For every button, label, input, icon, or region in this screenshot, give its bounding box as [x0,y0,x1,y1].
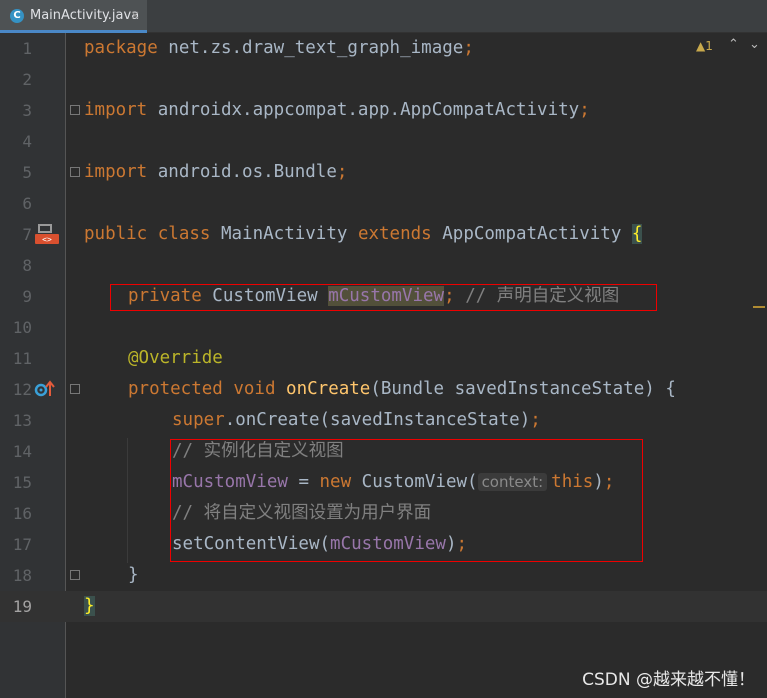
code-line-3: 3 import androidx.appcompat.app.AppCompa… [0,95,767,126]
code-line-11: 11 @Override [0,343,767,374]
line-number: 7 [22,225,32,244]
code-text: public class MainActivity extends AppCom… [84,224,643,244]
code-line-7: 7 public class MainActivity extends AppC… [0,219,767,250]
editor-tab-bar: C MainActivity.java × [0,0,767,33]
fold-marker-icon[interactable] [70,384,80,394]
fold-marker-icon[interactable] [70,570,80,580]
code-editor[interactable]: ▲1 ⌃ ⌄ 1 package net.zs.draw_text_graph_… [0,33,767,698]
line-number: 5 [22,163,32,182]
annotation-box-oncreate [170,439,643,562]
line-number: 1 [22,39,32,58]
line-number: 6 [22,194,32,213]
code-text: } [84,596,95,616]
svg-text:<>: <> [42,235,52,244]
code-line-19: 19 } [0,591,767,622]
annotation-box-field [110,284,657,311]
code-text: super.onCreate(savedInstanceState); [172,410,541,430]
close-icon[interactable]: × [130,8,140,22]
override-method-icon[interactable] [34,378,56,400]
line-number: 19 [12,597,32,616]
line-number: 15 [12,473,32,492]
layout-file-icon[interactable]: <> [34,223,60,245]
code-line-5: 5 import android.os.Bundle; [0,157,767,188]
java-class-icon: C [10,9,24,23]
line-number: 14 [12,442,32,461]
code-text: import android.os.Bundle; [84,162,348,182]
watermark: CSDN @越来越不懂！ [582,670,755,690]
code-line-18: 18 } [0,560,767,591]
line-number: 12 [12,380,32,399]
fold-marker-icon[interactable] [70,105,80,115]
line-number: 9 [22,287,32,306]
code-line-6: 6 [0,188,767,219]
code-line-1: 1 package net.zs.draw_text_graph_image; [0,33,767,64]
line-number: 13 [12,411,32,430]
code-line-2: 2 [0,64,767,95]
line-number: 16 [12,504,32,523]
line-number: 2 [22,70,32,89]
code-text: import androidx.appcompat.app.AppCompatA… [84,100,590,120]
code-line-4: 4 [0,126,767,157]
line-number: 18 [12,566,32,585]
fold-marker-icon[interactable] [70,167,80,177]
code-text: protected void onCreate(Bundle savedInst… [128,379,676,399]
line-number: 3 [22,101,32,120]
line-number: 8 [22,256,32,275]
code-line-10: 10 [0,312,767,343]
code-text: package net.zs.draw_text_graph_image; [84,38,474,58]
line-number: 10 [12,318,32,337]
code-text: @Override [128,348,223,368]
line-number: 17 [12,535,32,554]
code-line-8: 8 [0,250,767,281]
line-number: 4 [22,132,32,151]
line-number: 11 [12,349,32,368]
tab-mainactivity[interactable]: C MainActivity.java × [0,0,147,33]
code-line-12: 12 protected void onCreate(Bundle savedI… [0,374,767,405]
code-line-13: 13 super.onCreate(savedInstanceState); [0,405,767,436]
tab-label: MainActivity.java [30,8,140,23]
code-text: } [128,565,139,585]
